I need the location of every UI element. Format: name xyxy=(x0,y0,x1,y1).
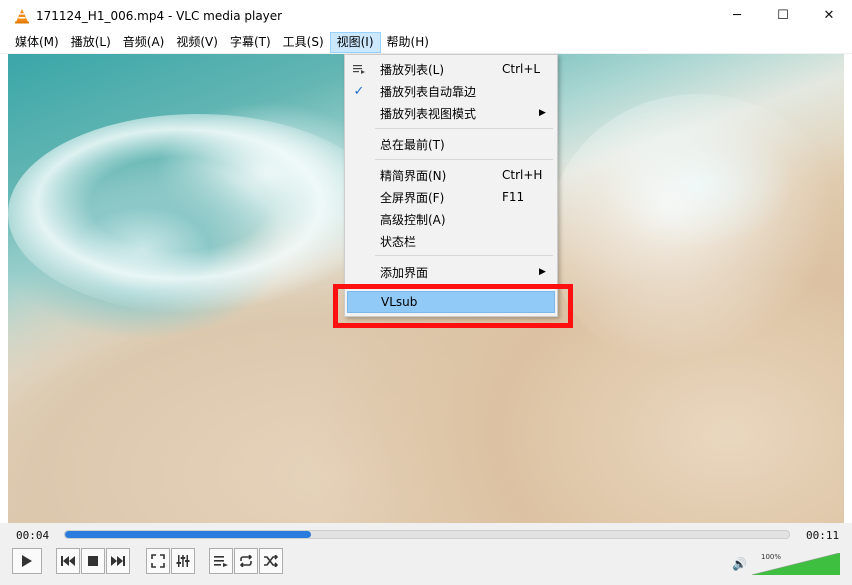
menu-separator xyxy=(375,128,553,129)
menu-item-advanced-controls[interactable]: 高级控制(A) xyxy=(347,208,555,230)
speaker-icon[interactable]: 🔊 xyxy=(732,557,747,571)
menu-item-label: 添加界面 xyxy=(380,265,429,280)
minimize-button[interactable]: ─ xyxy=(714,0,760,31)
loop-icon xyxy=(239,555,253,567)
menu-help[interactable]: 帮助(H) xyxy=(381,32,435,53)
menu-item-label: 状态栏 xyxy=(380,234,417,249)
playback-controls: 00:04 00:11 🔊 100% xyxy=(0,523,852,585)
skip-back-icon xyxy=(61,556,75,566)
menu-item-minimal-interface[interactable]: 精简界面(N) Ctrl+H xyxy=(347,164,555,186)
seek-bar[interactable] xyxy=(64,530,790,539)
stop-button[interactable] xyxy=(81,548,105,574)
loop-button[interactable] xyxy=(234,548,258,574)
menu-item-shortcut: F11 xyxy=(502,190,525,204)
previous-button[interactable] xyxy=(56,548,80,574)
menu-item-always-on-top[interactable]: 总在最前(T) xyxy=(347,133,555,155)
maximize-button[interactable]: ☐ xyxy=(760,0,806,31)
menu-item-label: 播放列表自动靠边 xyxy=(380,84,477,99)
next-button[interactable] xyxy=(106,548,130,574)
menu-item-label: 高级控制(A) xyxy=(380,212,446,227)
play-icon xyxy=(22,555,32,567)
menu-view[interactable]: 视图(I) xyxy=(329,31,381,53)
playlist-icon xyxy=(214,556,228,567)
seek-bar-progress xyxy=(65,531,312,538)
elapsed-time: 00:04 xyxy=(16,529,50,542)
menu-item-shortcut: Ctrl+H xyxy=(502,168,543,182)
window-controls: ─ ☐ ✕ xyxy=(714,0,852,31)
equalizer-icon xyxy=(176,555,190,567)
vlc-cone-icon xyxy=(15,8,29,23)
fullscreen-icon xyxy=(151,554,165,568)
menu-media[interactable]: 媒体(M) xyxy=(9,32,65,53)
volume-slider[interactable] xyxy=(752,553,840,575)
menu-bar: 媒体(M) 播放(L) 音频(A) 视频(V) 字幕(T) 工具(S) 视图(I… xyxy=(0,31,852,54)
menu-playback[interactable]: 播放(L) xyxy=(65,32,117,53)
menu-item-add-interface[interactable]: 添加界面 ▶ xyxy=(347,261,555,283)
menu-subtitle[interactable]: 字幕(T) xyxy=(224,32,277,53)
menu-audio[interactable]: 音频(A) xyxy=(117,32,171,53)
menu-item-label: 精简界面(N) xyxy=(380,168,447,183)
stop-icon xyxy=(88,556,98,566)
menu-item-fullscreen[interactable]: 全屏界面(F) F11 xyxy=(347,186,555,208)
playlist-icon xyxy=(351,61,367,77)
title-bar: 171124_H1_006.mp4 - VLC media player ─ ☐… xyxy=(0,0,852,31)
menu-item-shortcut: Ctrl+L xyxy=(502,62,541,76)
video-frame-wave-foam xyxy=(8,114,388,314)
menu-tools[interactable]: 工具(S) xyxy=(277,32,330,53)
close-button[interactable]: ✕ xyxy=(806,0,852,31)
menu-item-playlist-view-mode[interactable]: 播放列表视图模式 ▶ xyxy=(347,102,555,124)
menu-item-status-bar[interactable]: 状态栏 xyxy=(347,230,555,252)
menu-item-label: 播放列表(L) xyxy=(380,62,445,77)
menu-video[interactable]: 视频(V) xyxy=(170,32,224,53)
fullscreen-button[interactable] xyxy=(146,548,170,574)
volume-control[interactable]: 🔊 100% xyxy=(728,551,848,577)
video-frame-shore-foam xyxy=(548,94,844,374)
menu-item-label: 总在最前(T) xyxy=(380,137,445,152)
menu-item-label: 播放列表视图模式 xyxy=(380,106,477,121)
submenu-arrow-icon: ▶ xyxy=(539,108,546,118)
checkmark-icon: ✓ xyxy=(353,83,365,99)
submenu-arrow-icon: ▶ xyxy=(539,267,546,277)
menu-separator xyxy=(375,255,553,256)
playlist-button[interactable] xyxy=(209,548,233,574)
skip-forward-icon xyxy=(111,556,125,566)
total-time: 00:11 xyxy=(806,529,840,542)
annotation-highlight-box xyxy=(333,284,573,328)
play-button[interactable] xyxy=(12,548,42,574)
view-menu-dropdown: 播放列表(L) Ctrl+L ✓ 播放列表自动靠边 播放列表视图模式 ▶ 总在最… xyxy=(344,54,558,317)
menu-item-playlist-dock[interactable]: ✓ 播放列表自动靠边 xyxy=(347,80,555,102)
window-title: 171124_H1_006.mp4 - VLC media player xyxy=(36,8,283,23)
shuffle-icon xyxy=(264,555,278,567)
menu-item-playlist[interactable]: 播放列表(L) Ctrl+L xyxy=(347,58,555,80)
extended-settings-button[interactable] xyxy=(171,548,195,574)
menu-separator xyxy=(375,159,553,160)
menu-item-label: 全屏界面(F) xyxy=(380,190,445,205)
shuffle-button[interactable] xyxy=(259,548,283,574)
